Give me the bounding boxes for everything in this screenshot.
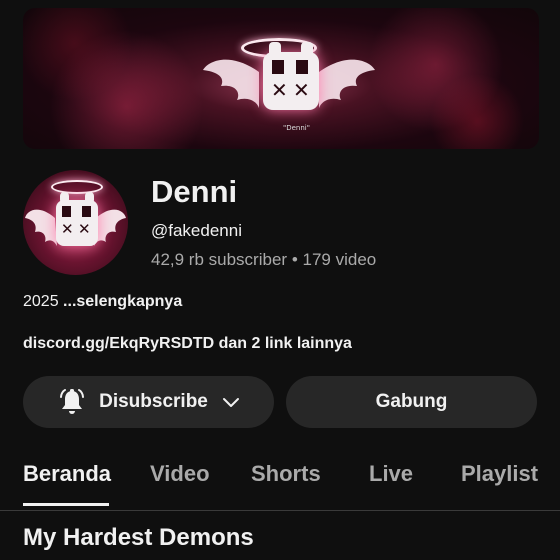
subscribe-button-label: Disubscribe	[99, 391, 208, 412]
active-tab-indicator	[23, 503, 109, 506]
description-text: 2025	[23, 293, 64, 310]
tab-beranda[interactable]: Beranda	[23, 461, 111, 487]
channel-description[interactable]: 2025 ...selengkapnya	[23, 293, 182, 311]
stats-separator: •	[291, 250, 298, 269]
subscriber-count: 42,9 rb subscriber	[151, 250, 288, 269]
join-button-label: Gabung	[375, 391, 448, 412]
channel-links[interactable]: discord.gg/EkqRyRSDTD dan 2 link lainnya	[23, 335, 352, 353]
channel-stats: 42,9 rb subscriber • 179 video	[151, 250, 376, 270]
banner-caption: "Denni"	[283, 124, 310, 132]
avatar-halo-graphic	[51, 180, 103, 194]
description-more-link[interactable]: ...selengkapnya	[63, 293, 182, 310]
channel-tabs: Beranda Video Shorts Live Playlist	[0, 455, 560, 507]
avatar-logo-graphic: ✕ ✕	[56, 192, 98, 246]
join-button[interactable]: Gabung	[286, 376, 537, 428]
tabs-divider	[0, 510, 560, 511]
channel-name: Denni	[151, 174, 238, 209]
channel-banner: ✕ ✕ "Denni"	[23, 8, 539, 149]
section-title: My Hardest Demons	[23, 524, 254, 551]
subscribe-button[interactable]: Disubscribe	[23, 376, 274, 428]
tab-shorts[interactable]: Shorts	[251, 461, 321, 487]
video-count: 179 video	[302, 250, 377, 269]
channel-handle: @fakedenni	[151, 221, 242, 240]
chevron-down-icon[interactable]	[222, 393, 240, 411]
tab-playlist[interactable]: Playlist	[461, 461, 538, 487]
tab-live[interactable]: Live	[369, 461, 413, 487]
banner-logo-graphic: ✕ ✕	[263, 42, 319, 110]
tab-video[interactable]: Video	[150, 461, 210, 487]
bell-icon	[60, 389, 85, 414]
channel-avatar[interactable]: ✕ ✕	[23, 170, 128, 275]
